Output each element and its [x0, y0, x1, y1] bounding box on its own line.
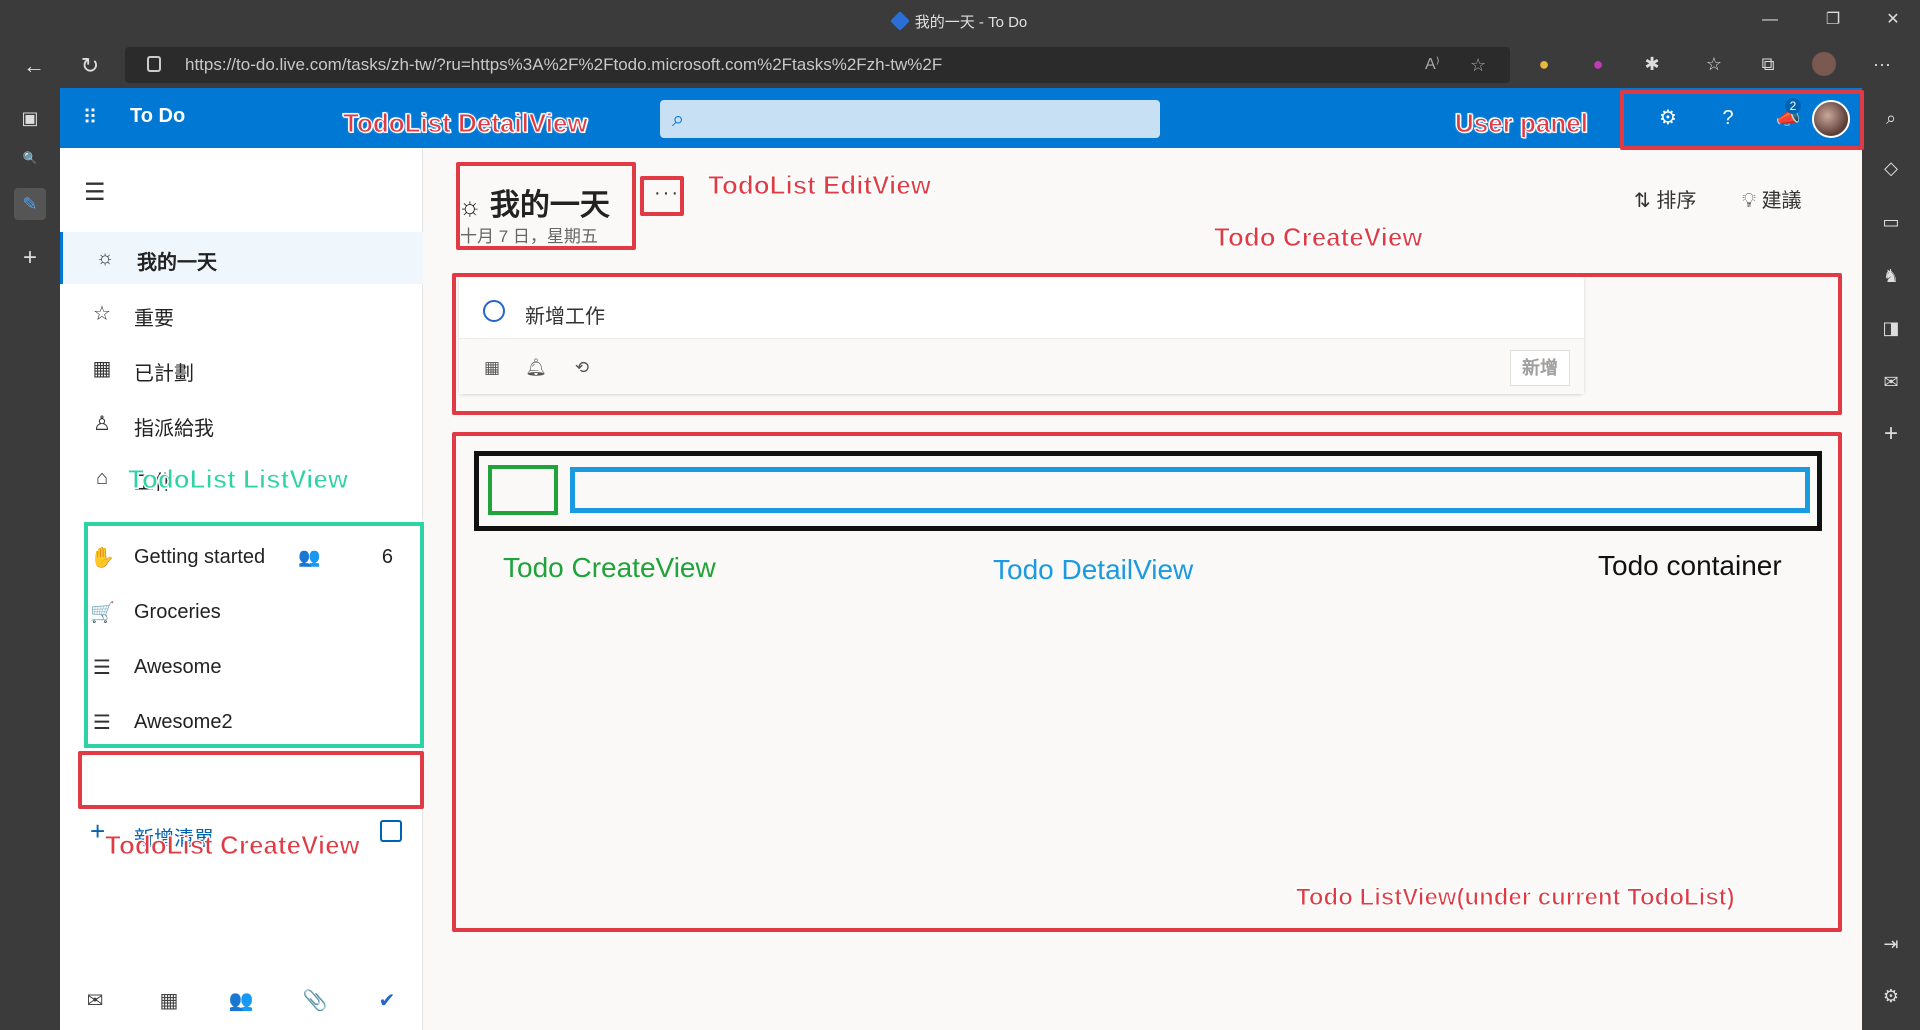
- star-icon: ☆: [93, 303, 111, 325]
- nav-item-label: 已計劃: [134, 363, 194, 385]
- annotation-todolist-listview: TodoList ListView: [127, 464, 349, 495]
- app-name[interactable]: To Do: [130, 105, 185, 128]
- calendar-app-icon[interactable]: ▦: [156, 988, 182, 1014]
- refresh-icon[interactable]: ↻: [74, 50, 106, 82]
- sidebar-add-icon[interactable]: +: [1875, 418, 1907, 450]
- nav-item-label: 我的一天: [137, 252, 217, 274]
- people-icon[interactable]: 👥: [228, 988, 254, 1014]
- mail-icon[interactable]: ✉: [82, 988, 108, 1014]
- nav-item-my-day[interactable]: ☼ 我的一天: [60, 232, 423, 284]
- nav-item-assigned[interactable]: ♙ 指派給我: [60, 398, 423, 450]
- browser-vertical-tabs: ▣ 🔍 ✎ +: [0, 88, 60, 1030]
- plus-icon: +: [90, 816, 106, 846]
- more-menu-icon[interactable]: ···: [1870, 52, 1894, 76]
- back-icon[interactable]: ←: [18, 50, 50, 82]
- sidebar-search-icon[interactable]: ⌕: [1875, 102, 1907, 134]
- new-tab-icon[interactable]: +: [14, 242, 46, 274]
- extension-lr-icon[interactable]: ●: [1586, 52, 1610, 76]
- window-title-text: 我的一天 - To Do: [914, 14, 1028, 31]
- window-title: 我的一天 - To Do: [0, 11, 1920, 32]
- home-icon: ⌂: [95, 467, 109, 489]
- person-icon: ♙: [93, 413, 111, 435]
- new-group-icon[interactable]: [380, 820, 402, 842]
- annotation-todo-listview: Todo ListView(under current TodoList): [1296, 884, 1736, 912]
- annotation-todo-detailview: Todo DetailView: [993, 554, 1194, 585]
- lightbulb-icon: 💡︎: [1742, 190, 1762, 212]
- app-switcher-bar: ✉ ▦ 👥 📎 ✔: [60, 970, 423, 1030]
- annotation-todo-container: Todo container: [1598, 550, 1782, 581]
- nav-item-label: 指派給我: [134, 418, 214, 440]
- search-input[interactable]: ⌕: [660, 100, 1160, 138]
- annotation-box-user-panel: [1620, 90, 1864, 150]
- todo-favicon-icon: [889, 11, 910, 31]
- games-icon[interactable]: ♞: [1875, 260, 1907, 292]
- sun-icon: ☼: [95, 247, 115, 269]
- tab-actions-icon[interactable]: ▣: [14, 102, 46, 134]
- lock-icon: [147, 56, 161, 72]
- annotation-box-todo-detail: [570, 467, 1810, 513]
- close-window-button[interactable]: ✕: [1878, 6, 1908, 34]
- favorites-icon[interactable]: ☆: [1702, 52, 1726, 76]
- annotation-todo-createview-top: Todo CreateView: [1214, 222, 1424, 253]
- profile-avatar-icon[interactable]: [1812, 52, 1836, 76]
- sort-button[interactable]: ⇅ 排序: [1634, 184, 1696, 213]
- annotation-box-todolist-title: [456, 162, 636, 250]
- calendar-icon: ▦: [92, 358, 112, 380]
- browser-sidebar: ⌕ ◇ ▭ ♞ ◨ ✉ + ⇥ ⚙: [1862, 88, 1920, 1030]
- annotation-user-panel: User panel: [1455, 108, 1589, 139]
- search-tab-icon[interactable]: 🔍: [14, 142, 46, 174]
- annotation-todolist-createview: TodoList CreateView: [105, 830, 361, 861]
- annotation-todolist-editview: TodoList EditView: [708, 170, 932, 201]
- annotation-box-todolist-edit: [640, 176, 684, 216]
- annotation-box-todolist-createview: [78, 751, 424, 809]
- sort-arrows-icon: ⇅: [1634, 190, 1657, 212]
- sort-label: 排序: [1656, 190, 1697, 212]
- tools-briefcase-icon[interactable]: ▭: [1875, 206, 1907, 238]
- browser-toolbar: ← ↻ https://to-do.live.com/tasks/zh-tw/?…: [0, 42, 1920, 88]
- sidebar-collapse-icon[interactable]: ⇥: [1875, 928, 1907, 960]
- app-launcher-icon[interactable]: ⠿: [76, 104, 104, 132]
- favorite-star-icon[interactable]: ☆: [1470, 47, 1486, 83]
- sidebar-settings-icon[interactable]: ⚙: [1875, 980, 1907, 1012]
- outlook-icon[interactable]: ✉: [1875, 366, 1907, 398]
- read-aloud-icon[interactable]: A⁾: [1425, 47, 1440, 83]
- search-icon: ⌕: [672, 106, 685, 131]
- suggestions-label: 建議: [1761, 190, 1802, 212]
- nav-item-planned[interactable]: ▦ 已計劃: [60, 343, 423, 395]
- attachment-icon[interactable]: 📎: [302, 988, 328, 1014]
- nav-item-label: 重要: [134, 308, 174, 330]
- annotation-box-todolist-listview: [84, 522, 424, 748]
- todo-check-icon[interactable]: ✔: [374, 988, 400, 1014]
- todo-tab-icon[interactable]: ✎: [14, 188, 46, 220]
- suggestions-button[interactable]: 💡︎ 建議: [1742, 184, 1802, 213]
- address-bar[interactable]: https://to-do.live.com/tasks/zh-tw/?ru=h…: [125, 47, 1510, 83]
- app-header: ⠿ To Do ⌕ ⚙ ? 📣 2: [60, 88, 1862, 148]
- hamburger-menu-icon[interactable]: ☰: [84, 178, 106, 207]
- minimize-button[interactable]: —: [1755, 6, 1785, 34]
- extensions-puzzle-icon[interactable]: ✱: [1640, 52, 1664, 76]
- annotation-todo-createview: Todo CreateView: [503, 552, 716, 583]
- nav-item-important[interactable]: ☆ 重要: [60, 288, 423, 340]
- annotation-box-todo-createview: [452, 273, 1842, 415]
- annotation-box-todo-create-small: [488, 465, 558, 515]
- collections-icon[interactable]: ⧉: [1756, 52, 1780, 76]
- office-icon[interactable]: ◨: [1875, 312, 1907, 344]
- annotation-todolist-detailview: TodoList DetailView: [343, 108, 589, 139]
- url-text: https://to-do.live.com/tasks/zh-tw/?ru=h…: [185, 55, 943, 74]
- window-titlebar: 我的一天 - To Do — ❐ ✕: [0, 0, 1920, 42]
- extension-color-icon[interactable]: ●: [1532, 52, 1556, 76]
- restore-button[interactable]: ❐: [1818, 6, 1848, 34]
- shopping-tag-icon[interactable]: ◇: [1875, 152, 1907, 184]
